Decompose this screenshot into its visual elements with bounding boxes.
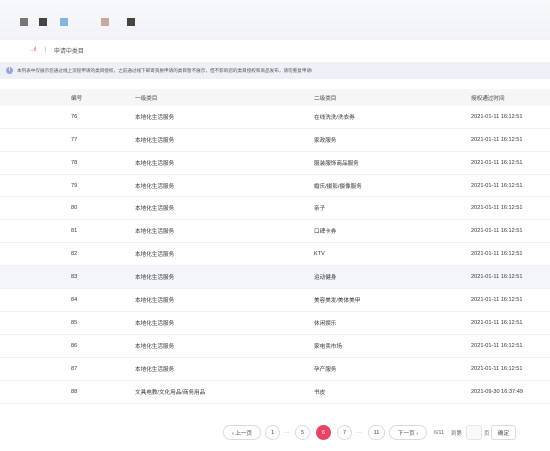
cell-approval-time: 2021-01-11 16:12:51: [471, 182, 523, 189]
header-id: 编号: [71, 95, 83, 102]
cell-category-level2: 家电卖市场: [314, 343, 342, 350]
page-button-6-current[interactable]: 6: [316, 425, 331, 440]
cell-approval-time: 2021-01-11 16:12:51: [471, 228, 523, 235]
cell-category-level2: 孕产服务: [314, 366, 337, 373]
cell-approval-time: 2021-01-11 16:12:51: [471, 205, 523, 212]
cell-approval-time: 2021-01-11 16:12:51: [471, 319, 523, 326]
confirm-button[interactable]: 确定: [491, 425, 516, 440]
cell-id: 79: [71, 182, 78, 189]
table-row[interactable]: 77 本地化生活服务 家政服务 2021-01-11 16:12:51: [0, 129, 550, 152]
header-category-level1: 一级类目: [135, 95, 158, 102]
cell-category-level2: 运动健身: [314, 275, 337, 282]
cell-id: 82: [71, 251, 78, 258]
cell-id: 81: [71, 228, 78, 235]
notice-banner: i 本列表中仅展示您通过线上流程申请的类目授权，之前通过线下邮寄资质申请的类目暂…: [0, 62, 550, 79]
table-row[interactable]: 88 文具电教/文化用品/商务用品 书皮 2021-09-30 16:37:49: [0, 381, 550, 404]
cell-category-level1: 本地化生活服务: [135, 206, 175, 213]
cell-category-level1: 本地化生活服务: [135, 298, 175, 305]
cell-approval-time: 2021-01-11 16:12:51: [471, 274, 523, 281]
cell-approval-time: 2021-01-11 16:12:51: [471, 342, 523, 349]
top-navigation-bar: [0, 0, 550, 40]
table-row[interactable]: 76 本地化生活服务 在线洗洗/洗衣券 2021-01-11 16:12:51: [0, 106, 550, 129]
table-row[interactable]: 87 本地化生活服务 孕产服务 2021-01-11 16:12:51: [0, 358, 550, 381]
nav-block[interactable]: [60, 18, 68, 26]
table-header: 编号 一级类目 二级类目 授权通过时间: [0, 89, 550, 106]
page-ellipsis: ···: [284, 429, 290, 436]
cell-category-level1: 文具电教/文化用品/商务用品: [135, 389, 206, 396]
prev-page-button[interactable]: ‹ 上一页: [223, 425, 261, 440]
cell-category-level1: 本地化生活服务: [135, 160, 175, 167]
cell-category-level1: 本地化生活服务: [135, 275, 175, 282]
cell-id: 88: [71, 388, 78, 395]
page-ellipsis: ···: [356, 429, 362, 436]
cell-category-level2: 亲子: [314, 206, 326, 213]
cell-category-level1: 本地化生活服务: [135, 114, 175, 121]
notice-text: 本列表中仅展示您通过线上流程申请的类目授权，之前通过线下邮寄资质申请的类目暂不展…: [17, 67, 313, 73]
cell-id: 87: [71, 365, 78, 372]
cell-category-level2: 家政服务: [314, 137, 337, 144]
info-icon: i: [6, 67, 13, 74]
cell-approval-time: 2021-01-11 16:12:51: [471, 365, 523, 372]
breadcrumb-home-icon[interactable]: ..ıl: [30, 47, 36, 53]
header-approval-time: 授权通过时间: [471, 95, 505, 102]
table-row[interactable]: 78 本地化生活服务 服装服饰商品服务 2021-01-11 16:12:51: [0, 152, 550, 175]
cell-category-level1: 本地化生活服务: [135, 183, 175, 190]
cell-category-level1: 本地化生活服务: [135, 366, 175, 373]
goto-page-input[interactable]: [466, 425, 482, 440]
cell-category-level1: 本地化生活服务: [135, 320, 175, 327]
cell-approval-time: 2021-01-11 16:12:51: [471, 297, 523, 304]
table-row[interactable]: 80 本地化生活服务 亲子 2021-01-11 16:12:51: [0, 198, 550, 221]
cell-category-level2: 服装服饰商品服务: [314, 160, 359, 167]
page-button-11[interactable]: 11: [368, 425, 385, 440]
page-button-5[interactable]: 5: [295, 425, 310, 440]
next-page-button[interactable]: 下一页 ›: [389, 425, 427, 440]
cell-id: 77: [71, 136, 78, 143]
nav-block[interactable]: [39, 18, 47, 26]
pagination: ‹ 上一页 1 ··· 5 6 7 ··· 11 下一页 › 6/11 到第 页…: [0, 425, 550, 441]
cell-approval-time: 2021-09-30 16:37:49: [471, 388, 523, 395]
cell-id: 83: [71, 274, 78, 281]
cell-id: 80: [71, 205, 78, 212]
cell-id: 84: [71, 297, 78, 304]
nav-block[interactable]: [101, 18, 109, 26]
table-row[interactable]: 86 本地化生活服务 家电卖市场 2021-01-11 16:12:51: [0, 335, 550, 358]
cell-approval-time: 2021-01-11 16:12:51: [471, 159, 523, 166]
cell-category-level1: 本地化生活服务: [135, 343, 175, 350]
breadcrumb-current: 申请中类目: [53, 48, 84, 55]
cell-category-level1: 本地化生活服务: [135, 229, 175, 236]
cell-category-level2: 书皮: [314, 389, 326, 396]
cell-category-level2: 婚庆/摄影/摄像服务: [314, 183, 362, 190]
cell-id: 85: [71, 319, 78, 326]
cell-approval-time: 2021-01-11 16:12:51: [471, 113, 523, 120]
table-row[interactable]: 82 本地化生活服务 KTV 2021-01-11 16:12:51: [0, 243, 550, 267]
cell-id: 78: [71, 159, 78, 166]
cell-category-level1: 本地化生活服务: [135, 137, 175, 144]
breadcrumb: ..ıl | 申请中类目: [30, 45, 84, 55]
table-row[interactable]: 84 本地化生活服务 美容美发/美体美甲 2021-01-11 16:12:51: [0, 289, 550, 312]
cell-approval-time: 2021-01-11 16:12:51: [471, 136, 523, 143]
goto-label: 到第: [451, 430, 462, 437]
page-info: 6/11: [434, 429, 445, 436]
cell-id: 76: [71, 113, 78, 120]
cell-category-level2: KTV: [314, 251, 325, 258]
nav-block[interactable]: [127, 18, 135, 26]
cell-approval-time: 2021-01-11 16:12:51: [471, 251, 523, 258]
cell-category-level2: 休闲娱乐: [314, 320, 337, 327]
cell-category-level2: 在线洗洗/洗衣券: [314, 114, 355, 121]
table-row[interactable]: 85 本地化生活服务 休闲娱乐 2021-01-11 16:12:51: [0, 312, 550, 335]
table-row[interactable]: 81 本地化生活服务 口碑卡券 2021-01-11 16:12:51: [0, 221, 550, 244]
nav-logo-block[interactable]: [20, 18, 28, 26]
header-category-level2: 二级类目: [314, 95, 337, 102]
cell-category-level1: 本地化生活服务: [135, 252, 175, 259]
cell-category-level2: 口碑卡券: [314, 229, 337, 236]
table-row[interactable]: 83 本地化生活服务 运动健身 2021-01-11 16:12:51: [0, 266, 550, 290]
cell-category-level2: 美容美发/美体美甲: [314, 298, 361, 305]
page-unit: 页: [484, 430, 490, 437]
page-button-1[interactable]: 1: [265, 425, 280, 440]
page-button-7[interactable]: 7: [337, 425, 352, 440]
breadcrumb-separator: |: [44, 47, 46, 53]
cell-id: 86: [71, 342, 78, 349]
table-row[interactable]: 79 本地化生活服务 婚庆/摄影/摄像服务 2021-01-11 16:12:51: [0, 175, 550, 198]
